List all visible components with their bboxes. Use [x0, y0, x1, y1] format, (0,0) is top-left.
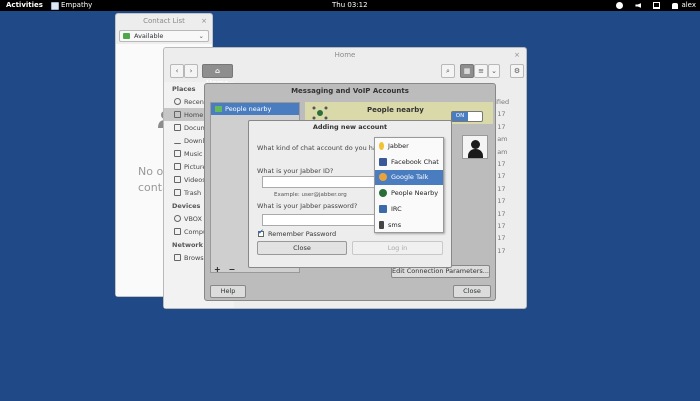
network-icon[interactable] [653, 2, 661, 9]
document-icon [174, 124, 181, 131]
clock[interactable]: Thu 03:12 [332, 0, 368, 11]
clock-icon [174, 98, 181, 105]
remember-password-label: Remember Password [268, 230, 337, 238]
chevron-down-icon: ⌄ [491, 67, 497, 75]
sidebar-item-label: Home [184, 110, 204, 119]
google-talk-icon [379, 173, 387, 182]
add-remove-buttons: + − [210, 264, 236, 276]
account-enable-switch[interactable]: ON [451, 111, 483, 122]
presence-label: Available [134, 32, 164, 40]
camera-icon [174, 163, 181, 170]
user-name: alex [681, 1, 696, 9]
remember-password-checkbox[interactable]: Remember Password [258, 228, 337, 238]
avatar[interactable] [462, 135, 488, 159]
activities-button[interactable]: Activities [6, 0, 43, 11]
add-account-button[interactable]: + [214, 265, 221, 274]
film-icon [174, 176, 181, 183]
home-icon [174, 111, 181, 118]
user-menu[interactable]: alex [672, 0, 696, 11]
jabber-id-example: Example: user@jabber.org [274, 192, 347, 198]
close-button[interactable]: Close [257, 241, 347, 255]
view-options-button[interactable]: ⌄ [488, 64, 500, 78]
forward-button[interactable]: › [184, 64, 198, 78]
grid-icon: ▦ [463, 67, 471, 75]
search-icon: ⌕ [446, 67, 450, 75]
menu-item-facebook-chat[interactable]: Facebook Chat [375, 154, 443, 170]
sidebar-item-label: Music [184, 149, 203, 158]
add-account-title: Adding new account [312, 123, 388, 131]
download-icon [174, 137, 181, 144]
settings-button[interactable]: ⚙ [510, 64, 524, 78]
grid-view-button[interactable]: ▦ [460, 64, 474, 78]
remove-account-button[interactable]: − [229, 265, 236, 274]
people-nearby-icon [379, 189, 387, 198]
switch-on-label: ON [452, 112, 468, 121]
menu-item-label: Google Talk [391, 173, 429, 182]
sidebar-item-label: VBOX [184, 214, 202, 223]
people-nearby-icon [215, 106, 222, 112]
chevron-down-icon: ⌄ [198, 32, 204, 40]
jabber-id-label: What is your Jabber ID? [257, 167, 334, 175]
contact-list-titlebar[interactable]: Contact List × [116, 14, 212, 28]
login-button[interactable]: Log in [352, 241, 443, 255]
top-bar: Activities Empathy Thu 03:12 alex [0, 0, 700, 11]
network-icon [174, 254, 181, 261]
irc-icon [379, 205, 387, 214]
menu-item-google-talk[interactable]: Google Talk [375, 169, 443, 186]
menu-item-irc[interactable]: IRC [375, 201, 443, 217]
trash-icon [174, 189, 181, 196]
close-icon[interactable]: × [514, 48, 520, 62]
drive-icon [174, 228, 181, 235]
sidebar-item-label: Trash [184, 188, 202, 197]
account-item-label: People nearby [225, 105, 272, 113]
available-icon [123, 33, 130, 39]
app-menu[interactable]: Empathy [51, 0, 92, 11]
system-status-area: alex [616, 0, 696, 11]
music-icon [174, 150, 181, 157]
help-button[interactable]: Help [210, 285, 246, 298]
menu-item-label: Jabber [388, 141, 409, 150]
disc-icon [174, 215, 181, 222]
presence-selector[interactable]: Available ⌄ [119, 30, 209, 42]
sms-icon [379, 220, 384, 229]
menu-item-label: sms [388, 220, 402, 229]
gear-icon: ⚙ [513, 67, 521, 75]
accounts-title[interactable]: Messaging and VoIP Accounts [205, 84, 495, 98]
facebook-icon [379, 157, 387, 166]
sidebar-item-label: Videos [184, 175, 206, 184]
files-title: Home [334, 51, 356, 59]
contact-list-title: Contact List [143, 17, 185, 25]
menu-item-jabber[interactable]: Jabber [375, 138, 443, 154]
menu-item-sms[interactable]: sms [375, 217, 443, 233]
account-kind-label: What kind of chat account do you have? [257, 144, 389, 152]
list-icon: ≡ [478, 67, 484, 75]
files-toolbar: ‹ › ⌂ Home ⌕ ▦ ≡ ⌄ ⚙ [164, 62, 526, 87]
volume-icon[interactable] [635, 3, 642, 8]
files-titlebar[interactable]: Home × [164, 48, 526, 62]
app-menu-label: Empathy [61, 1, 93, 9]
account-item-people-nearby[interactable]: People nearby [211, 103, 299, 115]
people-nearby-large-icon [312, 106, 328, 120]
accessibility-icon[interactable] [616, 2, 624, 9]
account-type-menu: Jabber Facebook Chat Google Talk People … [374, 137, 444, 233]
close-icon[interactable]: × [201, 14, 207, 28]
menu-item-label: IRC [391, 205, 402, 214]
menu-item-people-nearby[interactable]: People Nearby [375, 185, 443, 201]
jabber-icon [379, 141, 384, 150]
path-home-button[interactable]: ⌂ Home [202, 64, 233, 87]
jabber-password-label: What is your Jabber password? [257, 202, 358, 210]
back-button[interactable]: ‹ [170, 64, 184, 78]
close-button[interactable]: Close [453, 285, 491, 298]
jabber-id-input[interactable] [262, 176, 378, 188]
empathy-icon [51, 1, 59, 10]
account-title: People nearby [367, 106, 424, 114]
list-view-button[interactable]: ≡ [474, 64, 488, 78]
user-icon [672, 2, 679, 9]
search-button[interactable]: ⌕ [441, 64, 455, 78]
menu-item-label: People Nearby [391, 189, 439, 198]
jabber-password-input[interactable] [262, 214, 378, 226]
menu-item-label: Facebook Chat [391, 157, 439, 166]
checkbox-checked-icon [258, 228, 264, 237]
